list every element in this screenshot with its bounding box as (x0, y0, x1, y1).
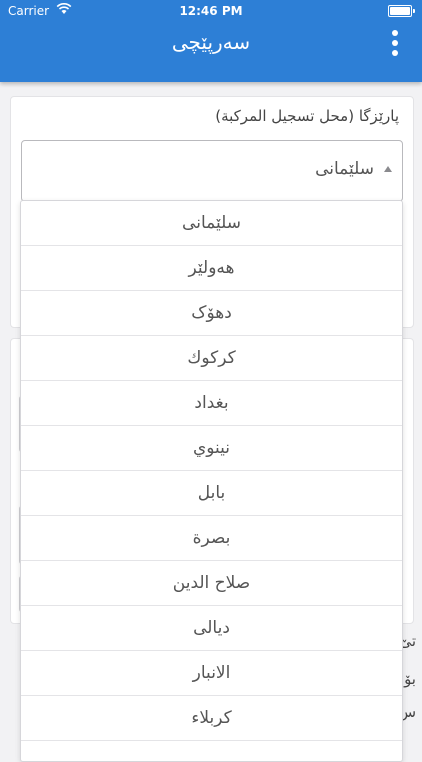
registration-field-label: پارێزگا (محل تسجيل المركبة) (215, 107, 399, 125)
dropdown-option[interactable]: دهۆک (21, 291, 402, 336)
registration-dropdown: سلێمانی هەولێر دهۆک کرکوك بغداد نينوي با… (20, 200, 403, 762)
status-bar: Carrier 12:46 PM (0, 0, 422, 22)
dropdown-option[interactable]: صلاح الدين (21, 561, 402, 606)
dropdown-option[interactable]: هەولێر (21, 246, 402, 291)
dropdown-option[interactable]: كربلاء (21, 696, 402, 741)
dropdown-option[interactable]: سلێمانی (21, 201, 402, 246)
dropdown-option[interactable]: کرکوك (21, 336, 402, 381)
battery-icon (388, 5, 415, 17)
page-title: سەرپێچی (171, 30, 251, 54)
app-header: Carrier 12:46 PM سەرپێچی (0, 0, 422, 82)
dropdown-option[interactable]: الانبار (21, 651, 402, 696)
caret-up-icon (384, 166, 392, 172)
registration-select[interactable]: سلێمانی (21, 140, 403, 202)
dropdown-option[interactable]: بصرة (21, 516, 402, 561)
background-text: بۆ (404, 670, 416, 688)
status-time: 12:46 PM (179, 4, 243, 18)
registration-selected-value: سلێمانی (315, 159, 374, 179)
dropdown-option[interactable]: نينوي (21, 426, 402, 471)
more-options-icon[interactable] (390, 30, 400, 56)
dropdown-option[interactable]: بغداد (21, 381, 402, 426)
dropdown-option[interactable]: بابل (21, 471, 402, 516)
dropdown-option[interactable]: ديالى (21, 606, 402, 651)
